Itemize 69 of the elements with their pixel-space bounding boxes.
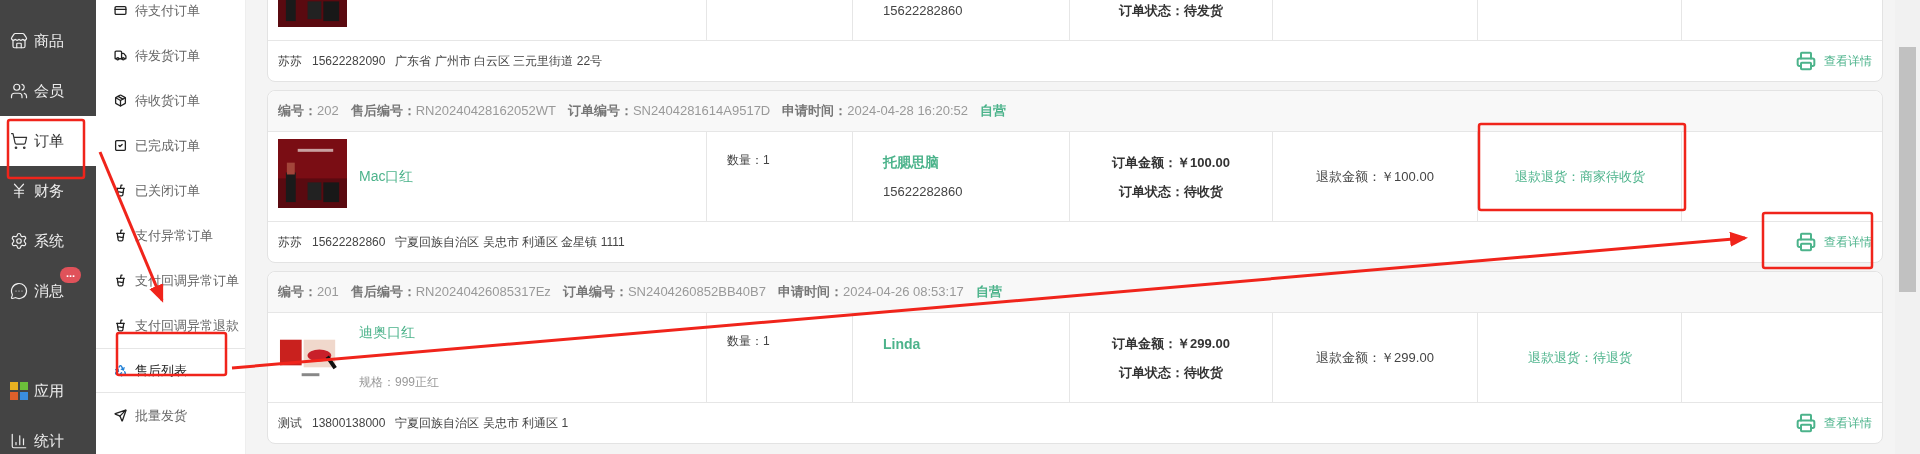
users-icon <box>10 82 28 100</box>
store-icon <box>10 32 28 50</box>
cup-icon <box>114 274 127 287</box>
nav-item[interactable]: 商品 <box>0 16 96 66</box>
refund-status: 退款退货：待退货 <box>1527 348 1632 367</box>
header-field: 编号：201 <box>278 283 339 301</box>
send-icon <box>114 409 127 422</box>
recycle-icon <box>114 364 127 377</box>
buyer-phone: 15622282860 <box>883 184 963 199</box>
refund-amount: 退款金额：￥100.00 <box>1316 167 1434 186</box>
quantity: 数量：1 <box>727 334 770 348</box>
header-field: 订单编号：SN2404260852BB40B7 <box>562 283 766 301</box>
order-amount: 订单金额：￥100.00 <box>1112 153 1230 172</box>
recipient-phone: 15622282860 <box>312 235 386 249</box>
submenu-item[interactable]: 批量发货 <box>96 393 245 437</box>
printer-icon <box>1796 413 1816 433</box>
cart-icon <box>10 132 28 150</box>
notification-badge: ... <box>60 267 82 283</box>
recipient-address: 宁夏回族自治区 吴忠市 利通区 金星镇 1111 <box>395 233 625 251</box>
submenu-item[interactable]: 已完成订单 <box>96 123 245 167</box>
nav-item[interactable]: 会员 <box>0 66 96 116</box>
order-status: 订单状态：待收货 <box>1119 182 1223 201</box>
store-tag: 自营 <box>980 102 1006 120</box>
nav-item[interactable]: 财务 <box>0 166 96 216</box>
order-status: 订单状态：待收货 <box>1119 363 1223 382</box>
refund-status: 退款退货：商家待收货 <box>1514 167 1645 186</box>
nav-item[interactable]: 统计 <box>0 416 96 454</box>
checkbox-icon <box>114 139 127 152</box>
recipient-address: 广东省 广州市 白云区 三元里街道 22号 <box>395 52 603 70</box>
nav-item[interactable]: 订单 <box>0 116 96 166</box>
printer-icon <box>1796 232 1816 252</box>
chat-icon <box>10 282 28 300</box>
submenu-item[interactable]: 支付回调异常退款 <box>96 303 245 347</box>
buyer-phone: 15622282860 <box>883 3 963 18</box>
bar-chart-icon <box>10 432 28 450</box>
recipient-phone: 15622282090 <box>312 54 386 68</box>
truck-icon <box>114 49 127 62</box>
recipient-phone: 13800138000 <box>312 416 386 430</box>
cup-icon <box>114 184 127 197</box>
order-status: 订单状态：待发货 <box>1119 1 1223 20</box>
header-field: 售后编号：RN20240426085317Ez <box>350 283 551 301</box>
product-spec: 规格：999正红 <box>359 374 440 391</box>
recipient-name: 苏苏 <box>278 52 302 70</box>
header-field: 编号：202 <box>278 102 339 120</box>
submenu-item[interactable]: 已关闭订单 <box>96 168 245 212</box>
cup-icon <box>114 229 127 242</box>
recipient-name: 苏苏 <box>278 233 302 251</box>
nav-item[interactable]: 消息 ... <box>0 266 96 316</box>
header-field: 售后编号：RN20240428162052WT <box>350 102 556 120</box>
package-icon <box>114 94 127 107</box>
apps-icon <box>10 382 28 400</box>
header-field: 申请时间：2024-04-28 16:20:52 <box>782 102 968 120</box>
refund-amount: 退款金额：￥299.00 <box>1316 348 1434 367</box>
cup-icon <box>114 319 127 332</box>
submenu-item[interactable]: 待支付订单 <box>96 0 245 32</box>
recipient-name: 测试 <box>278 414 302 432</box>
settings-icon <box>10 232 28 250</box>
store-tag: 自营 <box>975 283 1002 301</box>
nav-item[interactable]: 系统 <box>0 216 96 266</box>
printer-icon <box>1796 51 1816 71</box>
recipient-address: 宁夏回族自治区 吴忠市 利通区 1 <box>395 414 569 432</box>
header-field: 订单编号：SN2404281614A9517D <box>567 102 771 120</box>
card-icon <box>114 4 127 17</box>
submenu-item[interactable]: 待发货订单 <box>96 33 245 77</box>
nav-item[interactable]: 应用 <box>0 366 96 416</box>
quantity: 数量：1 <box>727 153 770 167</box>
submenu-item[interactable]: 待收货订单 <box>96 78 245 122</box>
header-field: 申请时间：2024-04-26 08:53:17 <box>777 283 964 301</box>
order-amount: 订单金额：￥299.00 <box>1112 334 1230 353</box>
